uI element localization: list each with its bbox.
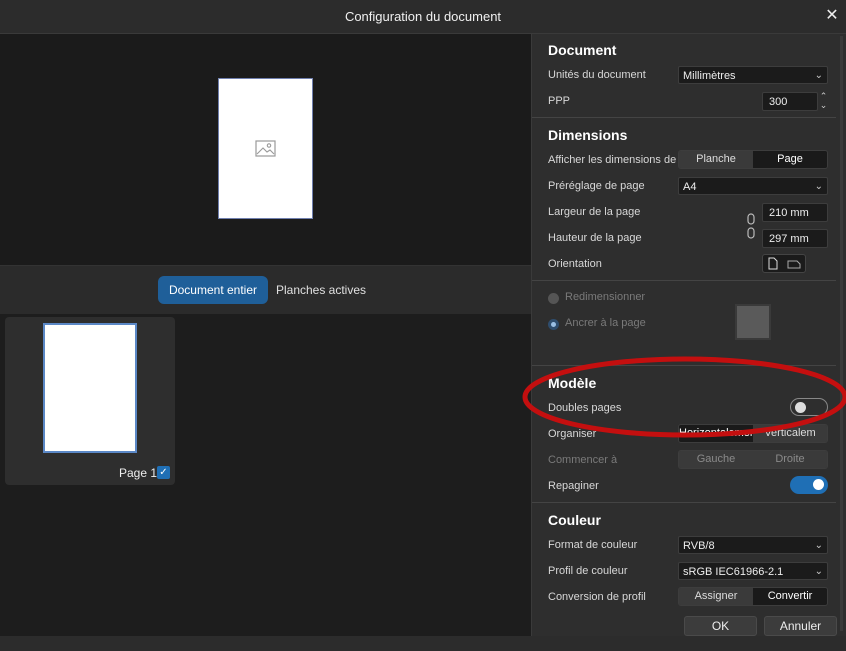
seg-assigner[interactable]: Assigner — [679, 588, 753, 605]
thumbnail-area: Page 1 ✓ — [0, 314, 531, 636]
repaginate-toggle[interactable] — [790, 476, 828, 494]
portrait-icon[interactable] — [768, 257, 778, 270]
conversion-toggle[interactable]: Assigner Convertir — [678, 587, 828, 606]
ppp-label: PPP — [548, 95, 571, 107]
seg-planche[interactable]: Planche — [679, 151, 753, 168]
chevron-down-icon: ⌄ — [814, 181, 823, 192]
thumbnail-checkbox[interactable]: ✓ — [157, 466, 170, 479]
width-label: Largeur de la page — [548, 206, 641, 218]
page-preview — [218, 78, 313, 219]
color-profile-label: Profil de couleur — [548, 565, 628, 577]
link-chain-icon[interactable] — [746, 212, 756, 240]
panel-scrollbar[interactable] — [840, 36, 843, 631]
conversion-label: Conversion de profil — [548, 591, 646, 603]
toggle-knob — [813, 479, 824, 490]
seg-droite[interactable]: Droite — [753, 451, 827, 468]
preset-label: Préréglage de page — [548, 180, 645, 192]
ok-button[interactable]: OK — [684, 616, 757, 636]
seg-gauche[interactable]: Gauche — [679, 451, 753, 468]
units-value: Millimètres — [683, 70, 736, 82]
anchor-label: Ancrer à la page — [565, 317, 646, 329]
show-dims-label: Afficher les dimensions de — [548, 154, 677, 166]
title-bar: Configuration du document ✕ — [0, 0, 846, 34]
thumbnail-page — [43, 323, 137, 453]
orientation-toggle — [762, 254, 806, 273]
scope-tabs: Document entier Planches actives — [0, 265, 531, 315]
units-select[interactable]: Millimètres ⌄ — [678, 66, 828, 84]
anchor-radio[interactable] — [548, 319, 559, 330]
height-label: Hauteur de la page — [548, 232, 642, 244]
image-placeholder-icon — [255, 140, 276, 157]
separator — [532, 280, 836, 281]
red-ellipse-annotation — [522, 356, 846, 438]
resize-label: Redimensionner — [565, 291, 646, 303]
thumbnail-label: Page 1 — [119, 466, 158, 480]
cancel-button[interactable]: Annuler — [764, 616, 837, 636]
tab-planches-actives[interactable]: Planches actives — [272, 276, 370, 304]
start-label: Commencer à — [548, 454, 618, 466]
color-format-select[interactable]: RVB/8 ⌄ — [678, 536, 828, 554]
orientation-label: Orientation — [548, 258, 602, 270]
ppp-input[interactable]: 300 — [762, 92, 818, 111]
settings-panel: Document Unités du document Millimètres ⌄… — [532, 34, 846, 636]
seg-page[interactable]: Page — [753, 151, 827, 168]
anchor-grid-icon[interactable] — [737, 306, 769, 338]
chevron-down-icon: ⌄ — [814, 70, 823, 81]
color-profile-value: sRGB IEC61966-2.1 — [683, 566, 784, 578]
page-thumbnail[interactable]: Page 1 ✓ — [5, 317, 175, 485]
preset-select[interactable]: A4 ⌄ — [678, 177, 828, 195]
color-profile-select[interactable]: sRGB IEC61966-2.1 ⌄ — [678, 562, 828, 580]
preset-value: A4 — [683, 181, 697, 193]
separator — [532, 117, 836, 118]
width-input[interactable]: 210 mm — [762, 203, 828, 222]
height-input[interactable]: 297 mm — [762, 229, 828, 248]
units-label: Unités du document — [548, 69, 646, 81]
bottom-bar — [0, 636, 846, 651]
window-title: Configuration du document — [344, 9, 502, 24]
tab-document-entier[interactable]: Document entier — [158, 276, 268, 304]
resize-radio[interactable] — [548, 293, 559, 304]
color-format-value: RVB/8 — [683, 540, 715, 552]
landscape-icon[interactable] — [787, 259, 801, 269]
show-dims-toggle[interactable]: Planche Page — [678, 150, 828, 169]
page-preview-area — [0, 34, 531, 265]
chevron-down-icon: ⌄ — [814, 540, 823, 551]
color-format-label: Format de couleur — [548, 539, 638, 551]
seg-convertir[interactable]: Convertir — [753, 588, 827, 605]
repaginate-label: Repaginer — [548, 480, 599, 492]
section-color-title: Couleur — [548, 512, 601, 528]
section-dimensions-title: Dimensions — [548, 127, 628, 143]
section-document-title: Document — [548, 42, 617, 58]
start-toggle[interactable]: Gauche Droite — [678, 450, 828, 469]
chevron-down-icon: ⌄ — [814, 566, 823, 577]
close-icon[interactable]: ✕ — [822, 6, 842, 26]
separator — [532, 502, 836, 503]
ppp-stepper-icon[interactable]: ⌃ ⌄ — [819, 92, 828, 110]
